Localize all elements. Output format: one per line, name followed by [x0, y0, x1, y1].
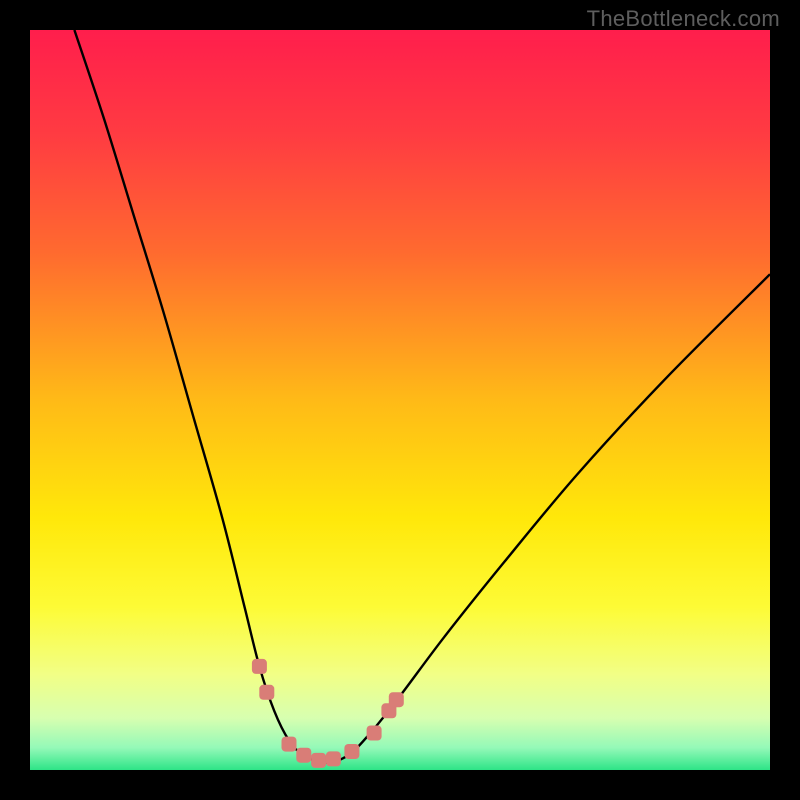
bottleneck-chart	[0, 0, 800, 800]
valley-marker	[282, 737, 297, 752]
valley-marker	[296, 748, 311, 763]
watermark-text: TheBottleneck.com	[587, 6, 780, 32]
plot-background	[30, 30, 770, 770]
valley-marker	[259, 685, 274, 700]
valley-marker	[344, 744, 359, 759]
valley-marker	[389, 692, 404, 707]
valley-marker	[252, 659, 267, 674]
chart-frame: TheBottleneck.com	[0, 0, 800, 800]
valley-marker	[311, 753, 326, 768]
valley-marker	[367, 726, 382, 741]
valley-marker	[326, 751, 341, 766]
